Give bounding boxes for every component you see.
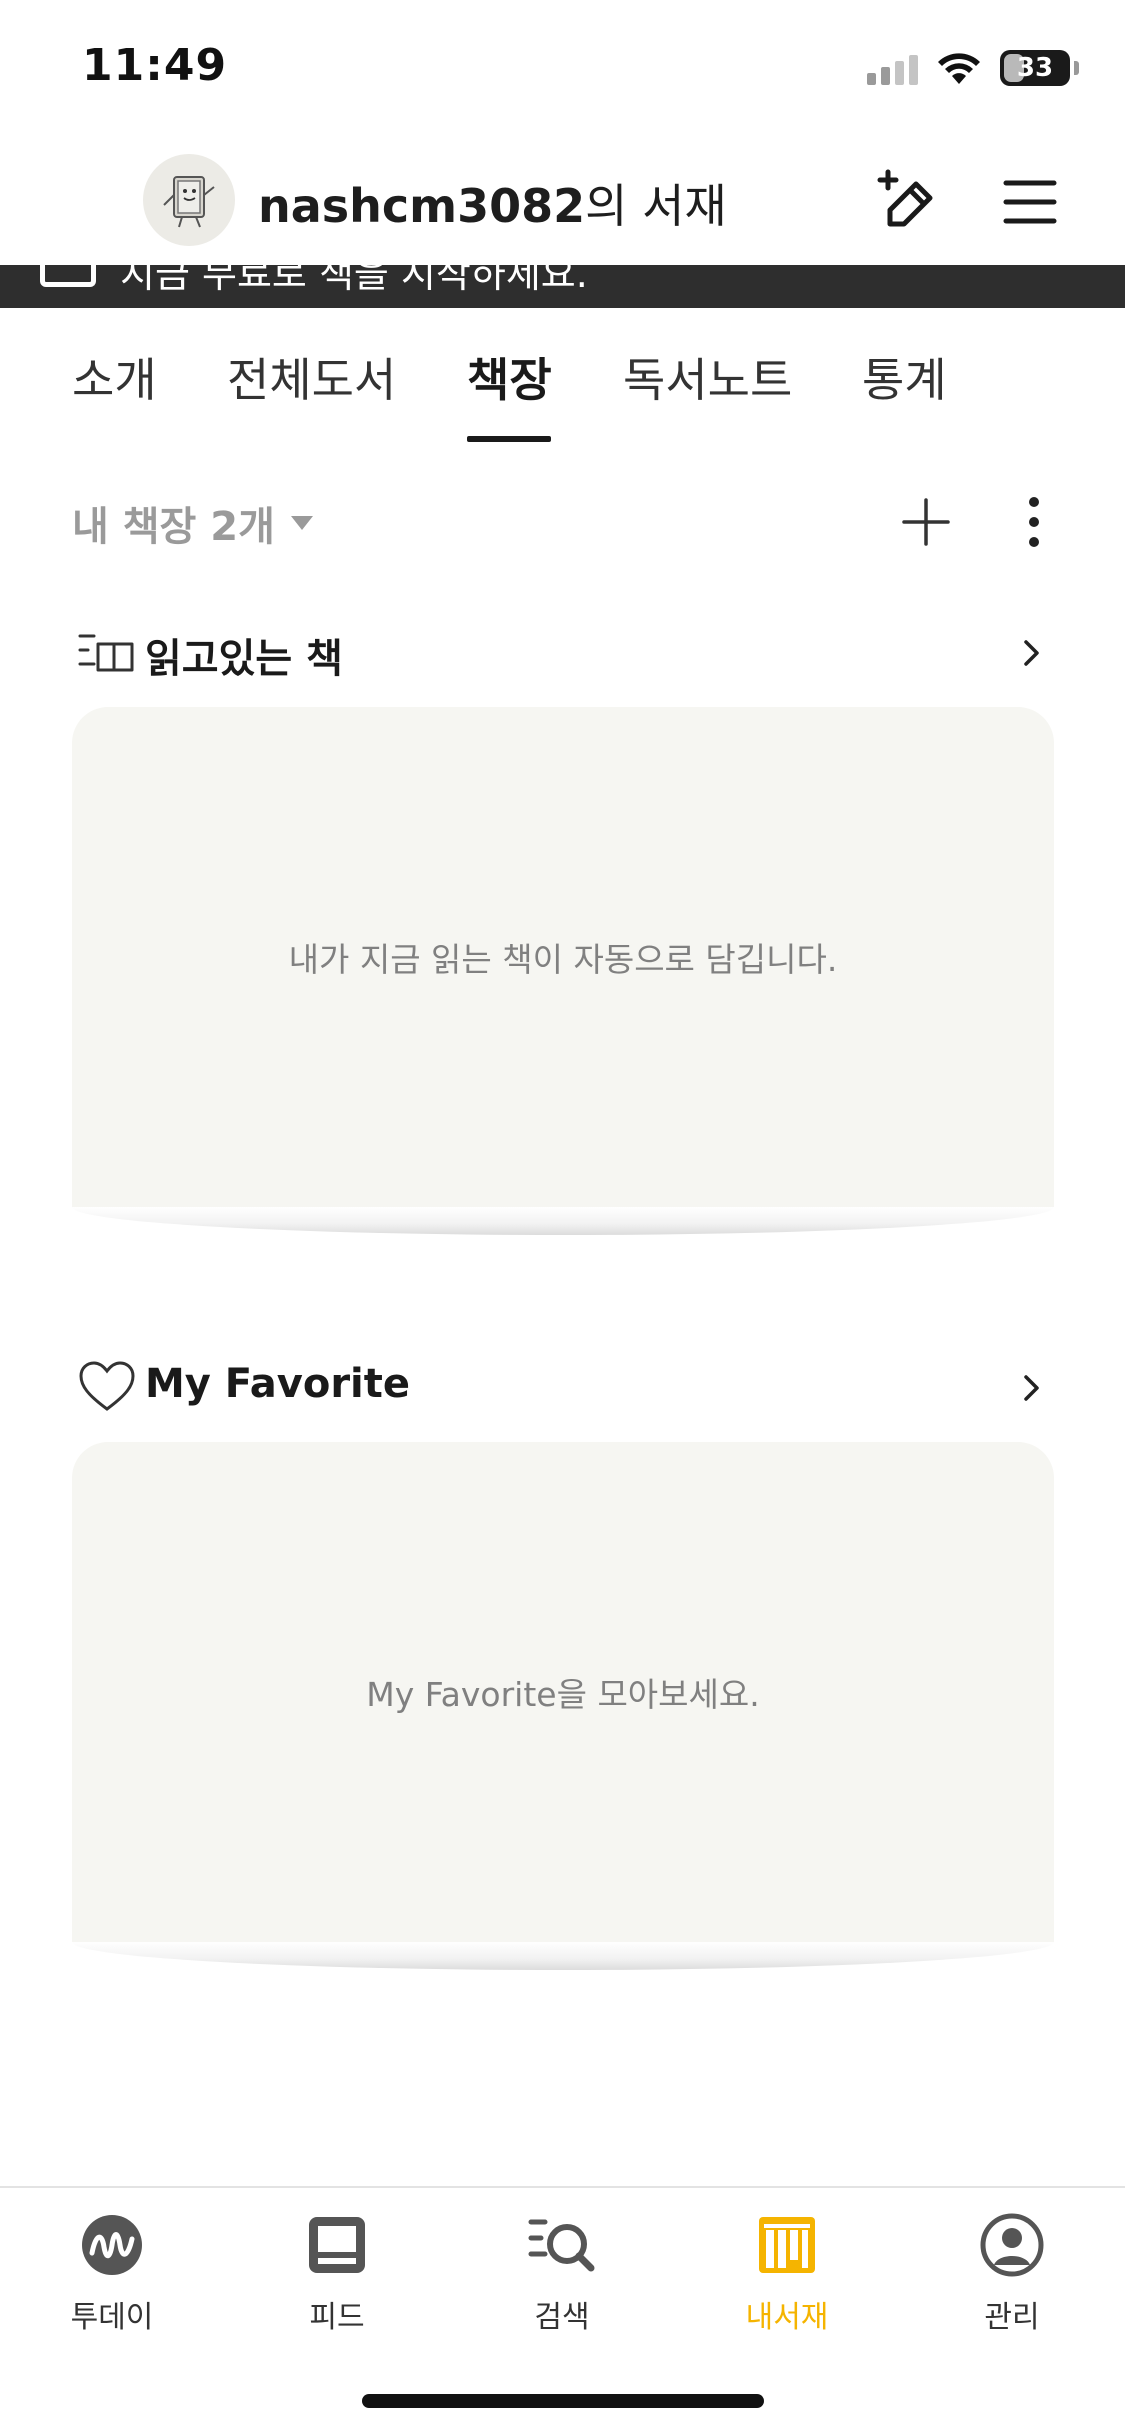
nav-library[interactable]: 내서재 — [707, 2210, 867, 2340]
add-shelf-button[interactable] — [894, 490, 958, 554]
active-tab-indicator — [467, 436, 551, 442]
nav-today[interactable]: 투데이 — [32, 2210, 192, 2340]
shelf-title: 읽고있는 책 — [145, 636, 343, 682]
heart-icon — [78, 1359, 136, 1415]
feed-icon — [302, 2210, 372, 2280]
library-icon — [752, 2210, 822, 2280]
battery-icon: 33 — [1000, 50, 1070, 86]
tab-all-books[interactable]: 전체도서 — [227, 344, 396, 410]
shelf-card[interactable]: My Favorite을 모아보세요. — [72, 1442, 1054, 1942]
tab-statistics[interactable]: 통계 — [862, 344, 947, 410]
nav-label: 투데이 — [70, 2300, 154, 2335]
shelf-card[interactable]: 내가 지금 읽는 책이 자동으로 담깁니다. — [72, 707, 1054, 1207]
tab-bookshelf[interactable]: 책장 — [467, 344, 552, 410]
app-header: nashcm3082의 서재 — [0, 140, 1125, 265]
tab-intro[interactable]: 소개 — [72, 344, 157, 410]
plus-icon — [902, 498, 950, 546]
battery-percent: 33 — [1016, 53, 1054, 83]
shelf-count-dropdown[interactable]: 내 책장 2개 — [72, 494, 313, 552]
status-bar: 11:49 33 — [0, 0, 1125, 140]
chevron-right-icon[interactable] — [1014, 628, 1050, 678]
nav-search[interactable]: 검색 — [482, 2210, 642, 2340]
battery-cap — [1074, 61, 1079, 75]
notice-icon — [40, 265, 96, 287]
tab-reading-notes[interactable]: 독서노트 — [623, 344, 792, 410]
tab-bar: 소개 전체도서 책장 독서노트 통계 — [0, 308, 1125, 443]
shelf-base — [72, 1942, 1054, 1970]
wifi-icon — [938, 53, 980, 84]
shelf-title: My Favorite — [145, 1361, 411, 1407]
write-button[interactable] — [868, 162, 948, 242]
nav-settings[interactable]: 관리 — [932, 2210, 1092, 2340]
reading-book-icon — [78, 624, 136, 680]
more-options-button[interactable] — [1002, 490, 1066, 554]
menu-button[interactable] — [990, 162, 1070, 242]
caret-down-icon — [290, 516, 313, 530]
username: nashcm3082 — [258, 179, 586, 233]
nav-label: 검색 — [534, 2300, 590, 2335]
notice-banner[interactable]: 지금 무료로 책을 시작하세요. — [0, 265, 1125, 308]
shelf-empty-message: 내가 지금 읽는 책이 자동으로 담깁니다. — [288, 940, 838, 979]
shelf-header[interactable]: My Favorite — [0, 1347, 1125, 1427]
add-write-icon — [877, 169, 933, 227]
book-character-avatar-icon — [163, 176, 215, 228]
chevron-right-icon[interactable] — [1014, 1363, 1050, 1413]
avatar[interactable] — [143, 154, 235, 246]
shelf-controls: 내 책장 2개 — [0, 470, 1125, 570]
shelf-header[interactable]: 읽고있는 책 — [0, 612, 1125, 692]
home-indicator — [362, 2394, 764, 2408]
today-icon — [77, 2210, 147, 2280]
shelf-base — [72, 1207, 1054, 1235]
title-suffix: 의 서재 — [585, 179, 727, 233]
shelf-reading: 읽고있는 책 내가 지금 읽는 책이 자동으로 담깁니다. — [0, 612, 1125, 1235]
notice-text: 지금 무료로 책을 시작하세요. — [120, 265, 588, 296]
hamburger-menu-icon — [1003, 180, 1057, 224]
nav-label: 관리 — [984, 2300, 1040, 2335]
cellular-signal-icon — [867, 51, 918, 85]
more-vertical-icon — [1029, 497, 1039, 547]
nav-feed[interactable]: 피드 — [257, 2210, 417, 2340]
search-icon — [527, 2210, 597, 2280]
nav-label: 피드 — [309, 2300, 365, 2335]
nav-label: 내서재 — [745, 2300, 829, 2335]
page-title: nashcm3082의 서재 — [258, 170, 727, 236]
status-time: 11:49 — [82, 40, 228, 91]
status-icons: 33 — [867, 48, 1079, 88]
shelf-favorite: My Favorite My Favorite을 모아보세요. — [0, 1347, 1125, 1970]
shelf-empty-message: My Favorite을 모아보세요. — [366, 1675, 760, 1714]
shelf-count-label: 내 책장 2개 — [72, 504, 275, 550]
profile-icon — [977, 2210, 1047, 2280]
